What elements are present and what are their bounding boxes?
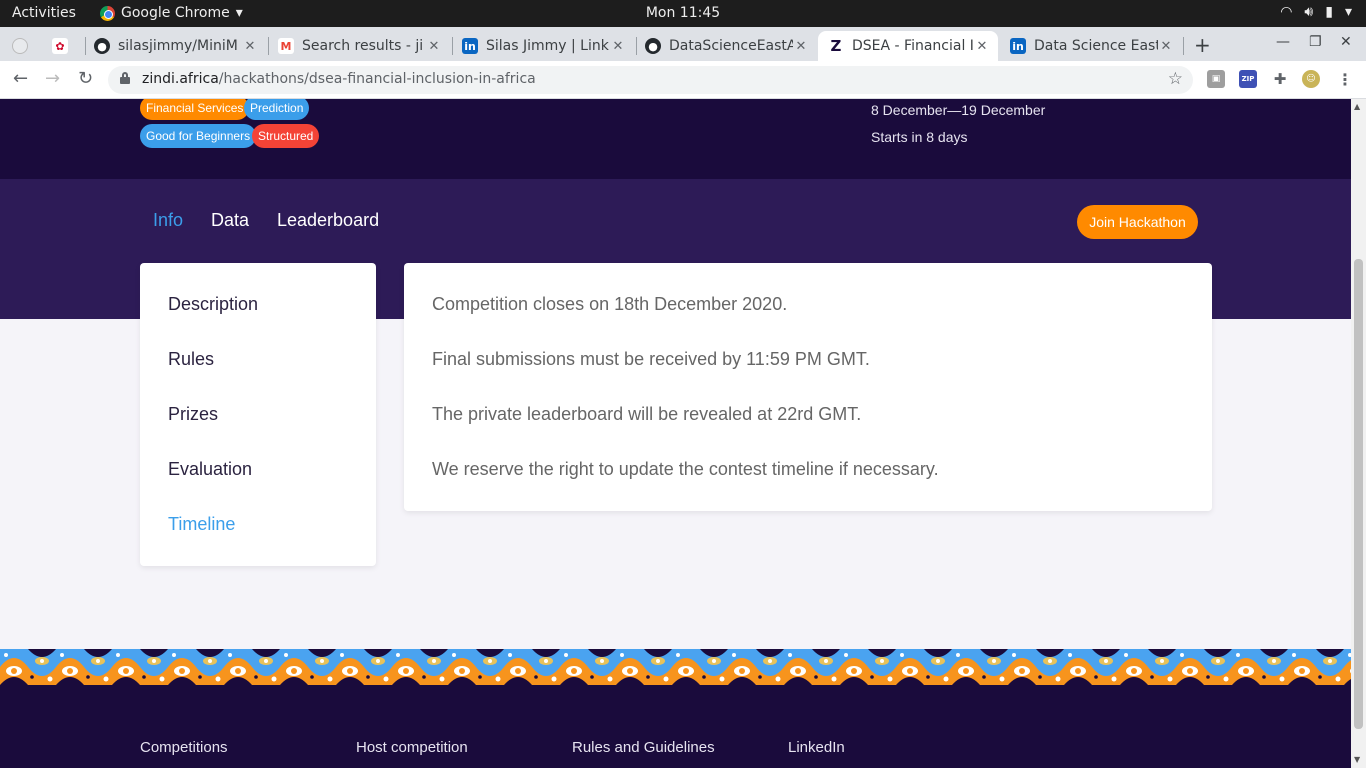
tab-gmail-search[interactable]: M Search results - ji ✕ [278,31,450,61]
hackathon-header: Financial Services Prediction Good for B… [0,99,1351,179]
menu-item-description[interactable]: Description [168,294,258,315]
tab-linkedin-dsea[interactable]: in Data Science East ✕ [1010,31,1182,61]
github-icon: ● [645,38,661,54]
zip-extension-icon[interactable]: ZIP [1239,70,1257,88]
activities-button[interactable]: Activities [12,5,76,21]
page-scrollbar[interactable]: ▲ ▼ [1351,99,1366,768]
back-icon[interactable]: ← [13,68,28,89]
extensions-puzzle-icon[interactable]: ✚ [1271,70,1289,88]
timeline-text: Final submissions must be received by 11… [432,349,870,369]
menu-item-prizes[interactable]: Prizes [168,404,218,425]
tab-data[interactable]: Data [211,210,249,231]
minimize-button[interactable]: — [1276,34,1290,50]
android-extension-icon[interactable]: ▣ [1207,70,1225,88]
close-icon[interactable]: ✕ [1158,39,1174,54]
scroll-up-icon[interactable]: ▲ [1354,102,1360,111]
date-range: 8 December—19 December [871,102,1046,118]
tab-title: Data Science East [1034,38,1158,54]
tab-huawei[interactable]: ✿ [52,31,86,61]
timeline-text: Competition closes on 18th December 2020… [432,294,788,314]
footer-link-host-competition[interactable]: Host competition [356,739,468,756]
footer-link-competitions[interactable]: Competitions [140,739,228,756]
bookmark-star-icon[interactable]: ☆ [1168,69,1183,89]
scroll-down-icon[interactable]: ▼ [1354,755,1360,764]
forward-icon[interactable]: → [45,68,60,89]
tag-chip[interactable]: Good for Beginners [140,124,257,148]
african-pattern-banner [0,649,1351,685]
chevron-down-icon: ▾ [235,5,243,21]
zindi-icon: Z [828,37,844,55]
close-icon[interactable]: ✕ [242,39,258,54]
menu-item-rules[interactable]: Rules [168,349,214,370]
linkedin-icon: in [462,38,478,54]
address-bar[interactable]: zindi.africa/hackathons/dsea-financial-i… [108,66,1193,94]
battery-icon: ▮ [1325,4,1333,20]
tab-linkedin-profile[interactable]: in Silas Jimmy | Link ✕ [462,31,634,61]
scrollbar-thumb[interactable] [1354,259,1363,729]
tab-zindi-active[interactable]: Z DSEA - Financial I ✕ [818,31,998,61]
tag-chip[interactable]: Financial Services [140,99,250,120]
tab-title: Silas Jimmy | Link [486,38,609,54]
tab-github-minim[interactable]: ● silasjimmy/MiniM ✕ [94,31,266,61]
chevron-down-icon: ▾ [1344,4,1352,20]
tab-leaderboard[interactable]: Leaderboard [277,210,379,231]
menu-item-timeline[interactable]: Timeline [168,514,235,535]
system-top-bar: Activities Google Chrome ▾ Mon 11:45 ◠ 🔊… [0,0,1366,27]
tab-title: silasjimmy/MiniM [118,38,238,54]
avatar[interactable]: ☺ [1302,70,1320,88]
close-icon[interactable]: ✕ [426,39,442,54]
gmail-icon: M [278,38,294,54]
tag-chip[interactable]: Structured [252,124,320,148]
footer-link-rules[interactable]: Rules and Guidelines [572,739,715,756]
app-name: Google Chrome [121,5,230,21]
url-text[interactable]: zindi.africa/hackathons/dsea-financial-i… [142,71,536,87]
maximize-button[interactable]: ❐ [1309,34,1322,50]
kebab-menu-icon[interactable]: ⋮ [1336,70,1354,89]
menu-item-evaluation[interactable]: Evaluation [168,459,252,480]
close-window-button[interactable]: ✕ [1340,34,1352,50]
close-icon[interactable]: ✕ [793,39,809,54]
new-tab-button[interactable]: + [1194,33,1211,57]
close-icon[interactable]: ✕ [610,39,626,54]
huawei-icon: ✿ [52,38,68,54]
tag-chip[interactable]: Prediction [244,99,310,120]
starts-in: Starts in 8 days [871,129,968,145]
chrome-icon [100,5,115,21]
timeline-text: The private leaderboard will be revealed… [432,404,862,424]
lock-icon[interactable] [120,72,130,84]
timeline-text: We reserve the right to update the conte… [432,459,939,479]
join-hackathon-button[interactable]: Join Hackathon [1077,205,1198,239]
tab-title: DataScienceEastA [669,38,793,54]
site-footer: Competitions Host competition Rules and … [0,685,1351,768]
app-menu[interactable]: Google Chrome ▾ [100,5,243,21]
linkedin-icon: in [1010,38,1026,54]
wifi-icon: ◠ [1280,4,1293,20]
footer-link-linkedin[interactable]: LinkedIn [788,739,845,756]
tab-title: DSEA - Financial I [852,38,974,54]
system-tray[interactable]: ◠ 🔊︎ ▮ ▾ [1280,4,1352,20]
circle-icon [12,38,28,54]
reload-icon[interactable]: ↻ [78,68,93,89]
volume-icon: 🔊︎ [1304,4,1314,20]
info-side-menu: Description Rules Prizes Evaluation Time… [140,263,376,566]
github-icon: ● [94,38,110,54]
page-viewport: Financial Services Prediction Good for B… [0,99,1351,768]
timeline-card: Competition closes on 18th December 2020… [404,263,1212,511]
tab-blank[interactable] [12,31,46,61]
tab-info[interactable]: Info [153,210,183,231]
close-icon[interactable]: ✕ [974,39,990,54]
tab-strip: ✿ ● silasjimmy/MiniM ✕ M Search results … [0,27,1366,61]
tab-github-dsea[interactable]: ● DataScienceEastA ✕ [645,31,817,61]
tab-title: Search results - ji [302,38,424,54]
browser-toolbar: ← → ↻ zindi.africa/hackathons/dsea-finan… [0,61,1366,99]
